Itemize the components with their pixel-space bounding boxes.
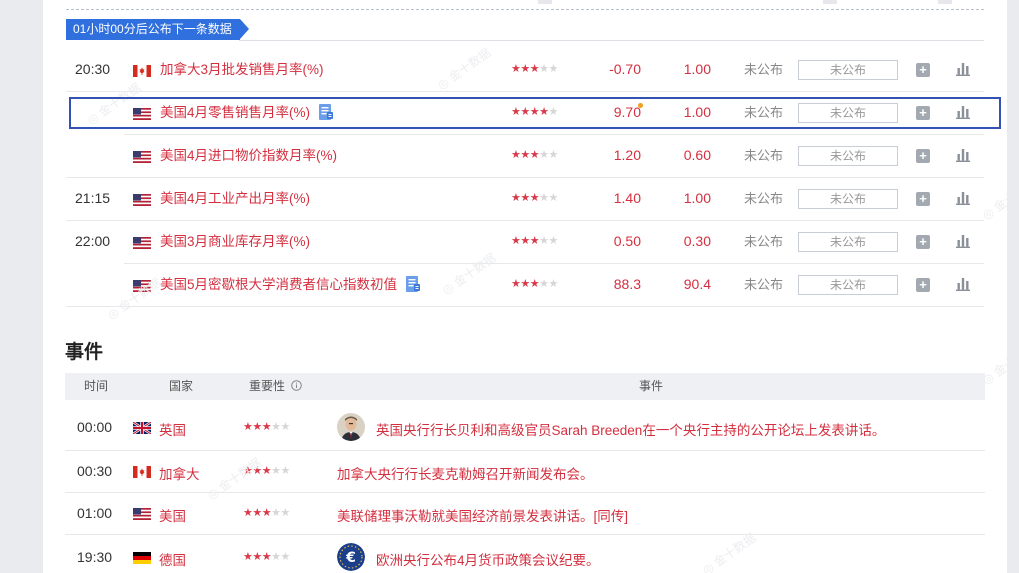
- previous-value: 1.20: [613, 147, 641, 163]
- header-importance: 重要性: [249, 373, 303, 400]
- indicator-name[interactable]: 美国5月密歇根大学消费者信心指数初值: [160, 263, 422, 306]
- actual-status: 未公布: [744, 234, 784, 249]
- bar-chart-icon[interactable]: [956, 148, 970, 167]
- next-release-banner: 01小时00分后公布下一条数据: [66, 19, 249, 40]
- selection-highlight: [69, 97, 1001, 129]
- release-time: 20:30: [75, 61, 111, 77]
- actual-value-input[interactable]: 未公布: [798, 146, 898, 166]
- actual-value-input[interactable]: 未公布: [798, 275, 898, 295]
- event-description[interactable]: 欧洲央行公布4月货币政策会议纪要。: [376, 549, 600, 569]
- ecb-logo-icon: €: [337, 543, 365, 571]
- country-flag-icon: [133, 64, 151, 82]
- calendar-panel: 01小时00分后公布下一条数据 20:30 加拿大3月批发销售月率(%) ★★★★★…: [43, 0, 1007, 573]
- event-row: 01:00 美国 ★★★★★ 美联储理事沃勒就美国经济前景发表讲话。[同传]: [65, 492, 985, 534]
- actual-status: 未公布: [744, 191, 784, 206]
- previous-value: 88.3: [613, 276, 641, 292]
- actual-value-input[interactable]: 未公布: [798, 232, 898, 252]
- indicator-name[interactable]: 美国4月工业产出月率(%): [160, 177, 310, 220]
- event-country: 加拿大: [159, 467, 200, 482]
- country-flag-icon: [133, 507, 151, 525]
- event-country: 美国: [159, 509, 186, 524]
- country-flag-icon: [133, 150, 151, 168]
- info-icon[interactable]: [291, 380, 303, 391]
- add-icon[interactable]: +: [916, 149, 930, 163]
- event-country: 德国: [159, 553, 186, 568]
- speaker-avatar: [337, 413, 365, 441]
- actual-status: 未公布: [744, 277, 784, 292]
- forecast-value: 0.30: [683, 233, 711, 249]
- forecast-value: 1.00: [683, 61, 711, 77]
- event-country: 英国: [159, 423, 186, 438]
- previous-value: 0.50: [613, 233, 641, 249]
- data-row: 20:30 加拿大3月批发销售月率(%) ★★★★★ -0.70 1.00 未公布 未公布 +: [43, 48, 1007, 91]
- bar-chart-icon[interactable]: [956, 234, 970, 253]
- previous-value: -0.70: [609, 61, 641, 77]
- indicator-name[interactable]: 美国3月商业库存月率(%): [160, 220, 310, 263]
- bar-chart-icon[interactable]: [956, 62, 970, 81]
- forecast-value: 0.60: [683, 147, 711, 163]
- indicator-name[interactable]: 加拿大3月批发销售月率(%): [160, 48, 324, 91]
- bar-chart-icon[interactable]: [956, 191, 970, 210]
- event-time: 19:30: [77, 549, 113, 565]
- header-time: 时间: [84, 379, 109, 393]
- events-header: 时间 国家 重要性 事件: [65, 373, 985, 400]
- importance-stars: ★★★★★: [511, 192, 558, 204]
- event-description[interactable]: 美联储理事沃勒就美国经济前景发表讲话。[同传]: [337, 505, 628, 525]
- importance-stars: ★★★★★: [243, 507, 290, 519]
- events-title: 事件: [65, 342, 104, 363]
- bar-chart-icon[interactable]: [956, 277, 970, 296]
- previous-value: 1.40: [613, 190, 641, 206]
- event-row: 19:30 德国 ★★★★★ € 欧洲央行公布4月货币政策会议纪要。: [65, 534, 985, 573]
- data-row: 21:15 美国4月工业产出月率(%) ★★★★★ 1.40 1.00 未公布 未公布 +: [43, 177, 1007, 220]
- country-flag-icon: [132, 421, 152, 439]
- country-flag-icon: [133, 465, 151, 483]
- header-event: 事件: [639, 379, 664, 393]
- importance-stars: ★★★★★: [511, 278, 558, 290]
- country-flag-icon: [133, 551, 151, 569]
- release-time: 22:00: [75, 233, 111, 249]
- event-time: 00:00: [77, 419, 113, 435]
- svg-text:€: €: [345, 550, 356, 566]
- event-time: 00:30: [77, 463, 113, 479]
- event-description[interactable]: 英国央行行长贝利和高级官员Sarah Breeden在一个央行主持的公开论坛上发…: [376, 419, 885, 439]
- forecast-value: 1.00: [683, 190, 711, 206]
- header-country: 国家: [169, 379, 194, 393]
- document-icon[interactable]: [404, 275, 422, 293]
- data-row: 美国4月进口物价指数月率(%) ★★★★★ 1.20 0.60 未公布 未公布 +: [43, 134, 1007, 177]
- importance-stars: ★★★★★: [243, 465, 290, 477]
- actual-status: 未公布: [744, 148, 784, 163]
- country-flag-icon: [133, 193, 151, 211]
- importance-stars: ★★★★★: [511, 63, 558, 75]
- actual-value-input[interactable]: 未公布: [798, 60, 898, 80]
- country-flag-icon: [133, 279, 151, 297]
- add-icon[interactable]: +: [916, 235, 930, 249]
- add-icon[interactable]: +: [916, 63, 930, 77]
- importance-stars: ★★★★★: [511, 235, 558, 247]
- importance-stars: ★★★★★: [511, 149, 558, 161]
- actual-value-input[interactable]: 未公布: [798, 189, 898, 209]
- forecast-value: 90.4: [683, 276, 711, 292]
- actual-status: 未公布: [744, 62, 784, 77]
- data-row: 美国5月密歇根大学消费者信心指数初值 ★★★★★ 88.3 90.4 未公布 未公布 +: [43, 263, 1007, 306]
- header-divider: [66, 9, 984, 10]
- release-time: 21:15: [75, 190, 111, 206]
- event-description[interactable]: 加拿大央行行长麦克勒姆召开新闻发布会。: [337, 463, 594, 483]
- importance-stars: ★★★★★: [243, 421, 290, 433]
- add-icon[interactable]: +: [916, 192, 930, 206]
- country-flag-icon: [133, 236, 151, 254]
- data-row: 22:00 美国3月商业库存月率(%) ★★★★★ 0.50 0.30 未公布 未公布 +: [43, 220, 1007, 263]
- indicator-name[interactable]: 美国4月进口物价指数月率(%): [160, 134, 337, 177]
- event-row: 00:30 加拿大 ★★★★★ 加拿大央行行长麦克勒姆召开新闻发布会。: [65, 450, 985, 492]
- importance-stars: ★★★★★: [243, 551, 290, 563]
- event-row: 00:00 英国 ★★★★★ 英国央行行长贝利和高级官员Sarah Breeden在一…: [65, 404, 985, 450]
- add-icon[interactable]: +: [916, 278, 930, 292]
- event-time: 01:00: [77, 505, 113, 521]
- row-divider: [66, 306, 984, 307]
